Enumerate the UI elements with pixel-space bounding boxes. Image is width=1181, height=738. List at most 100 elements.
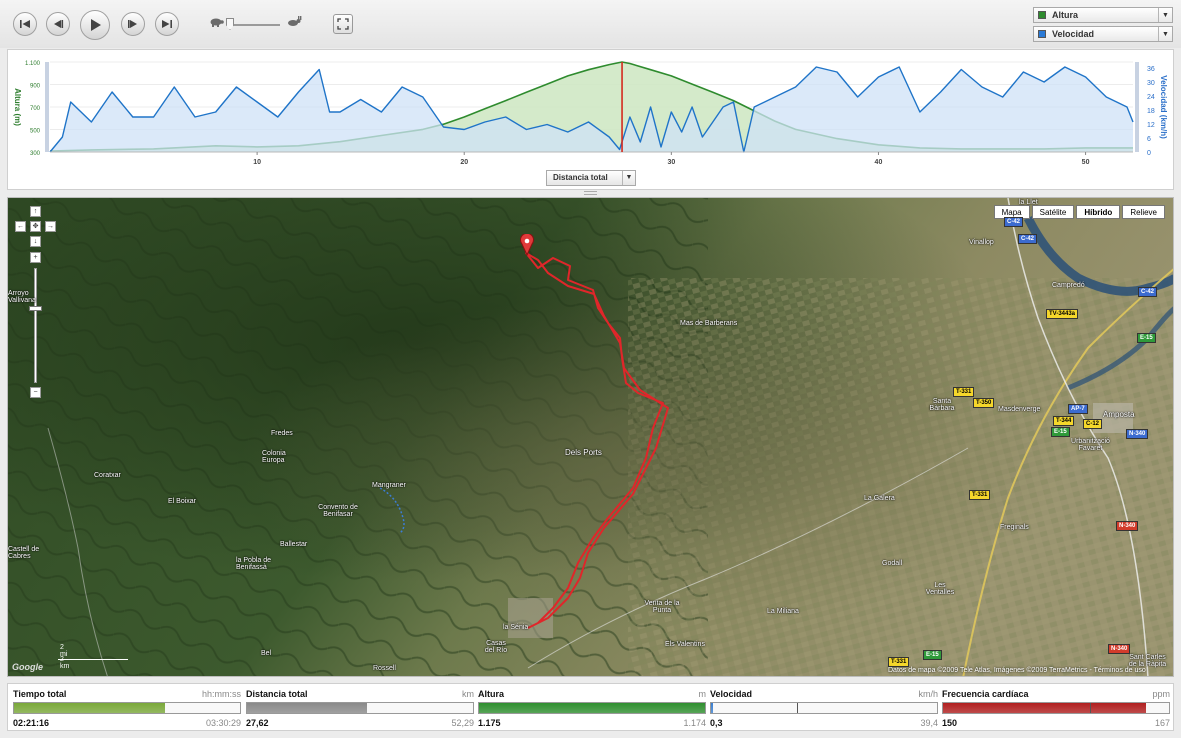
- place-label: El Boixar: [168, 498, 197, 505]
- place-label: Urbanització Favaret: [1071, 438, 1110, 452]
- map-copyright[interactable]: Datos de mapa ©2009 Tele Atlas, Imágenes…: [888, 667, 1146, 674]
- stat-label: Altura: [478, 689, 505, 699]
- road-sign: C-42: [1018, 234, 1038, 244]
- zoom-slider-track[interactable]: [34, 268, 37, 383]
- skip-start-icon: [20, 20, 30, 28]
- hare-icon: [288, 16, 302, 26]
- place-label: Coratxar: [94, 472, 121, 479]
- distance-axis-select[interactable]: Distancia total ▼: [546, 170, 636, 186]
- stats-panel: Tiempo total hh:mm:ss 02:21:16 03:30:29 …: [7, 683, 1174, 731]
- stat-label: Tiempo total: [13, 689, 67, 699]
- stat-progress-bar[interactable]: [13, 702, 241, 714]
- stat-unit: m: [698, 689, 707, 699]
- place-label: la Llet: [1019, 199, 1038, 206]
- place-label: Bel: [261, 650, 272, 657]
- x-tick-label: 50: [1082, 159, 1090, 166]
- player-toolbar: Altura ▼ Velocidad ▼: [0, 0, 1181, 48]
- fullscreen-button[interactable]: [333, 14, 353, 34]
- place-label: La Miliana: [767, 608, 799, 615]
- go-to-start-button[interactable]: [13, 12, 37, 36]
- chevron-down-icon: ▼: [622, 171, 635, 185]
- play-button[interactable]: [80, 10, 110, 40]
- left-axis-bar: [45, 62, 49, 152]
- place-label: Rossell: [373, 665, 396, 672]
- profile-chart[interactable]: 1.100 900 700 500 300 36 30 24 18 12 6 0 Altura (m) V…: [8, 50, 1173, 189]
- place-label: Fredes: [271, 430, 293, 437]
- map-view[interactable]: Mapa Satélite Híbrido Relieve ↑ ← ✥ → ↓ …: [7, 197, 1174, 677]
- stat-fill: [14, 703, 166, 713]
- series-select-altura[interactable]: Altura ▼: [1033, 7, 1173, 23]
- resize-grip[interactable]: [584, 191, 597, 195]
- road-sign: AP-7: [1068, 404, 1088, 414]
- zoom-in-icon[interactable]: +: [30, 252, 41, 263]
- stat-progress-bar[interactable]: [710, 702, 938, 714]
- road-sign: T-331: [969, 490, 991, 500]
- place-label: Arroyo Vallivana: [8, 290, 36, 304]
- pan-up-icon[interactable]: ↑: [30, 206, 41, 217]
- stat-current-value: 0,3: [710, 718, 723, 728]
- stat-fill: [247, 703, 367, 713]
- distance-select-label: Distancia total: [553, 173, 608, 182]
- center-map-icon[interactable]: ✥: [30, 221, 41, 232]
- place-label: la Pobla de Benifassà: [236, 557, 272, 571]
- place-label: Venta de la Punta: [644, 600, 680, 614]
- left-tick-label: 700: [30, 106, 41, 112]
- stat-current-value: 150: [942, 718, 958, 728]
- map-type-hibrido[interactable]: Híbrido: [1076, 205, 1121, 219]
- place-label: Godall: [882, 560, 903, 567]
- stat-unit: hh:mm:ss: [201, 689, 241, 699]
- left-axis-title: Altura (m): [13, 88, 22, 126]
- right-axis-bar: [1135, 62, 1139, 152]
- step-forward-button[interactable]: [121, 12, 145, 36]
- stat-altura: Altura m 1.175 1.174: [478, 687, 706, 729]
- stat-fill: [479, 703, 705, 713]
- road-sign: TV-3443a: [1046, 309, 1079, 319]
- step-back-icon: [54, 20, 64, 28]
- pan-left-icon[interactable]: ←: [15, 221, 26, 232]
- series-select-velocidad[interactable]: Velocidad ▼: [1033, 26, 1173, 42]
- right-tick-label: 12: [1147, 122, 1155, 129]
- scale-km: 2 km: [60, 656, 70, 670]
- route-marker-icon[interactable]: [519, 234, 535, 256]
- place-label: La Galera: [864, 495, 895, 502]
- zoom-slider-thumb[interactable]: [29, 306, 42, 311]
- stat-current-value: 27,62: [246, 718, 269, 728]
- zoom-out-icon[interactable]: −: [30, 387, 41, 398]
- stat-max-value: 39,4: [920, 718, 938, 728]
- stat-label: Velocidad: [710, 689, 753, 699]
- altura-swatch: [1038, 11, 1046, 19]
- series-select-label: Velocidad: [1052, 29, 1095, 39]
- stat-frecuencia-cardiaca: Frecuencia cardíaca ppm 150 167: [942, 687, 1170, 729]
- right-tick-label: 0: [1147, 150, 1151, 157]
- stat-progress-bar[interactable]: [478, 702, 706, 714]
- go-to-end-button[interactable]: [155, 12, 179, 36]
- speed-slider-thumb[interactable]: [226, 18, 234, 30]
- stat-unit: km: [462, 689, 474, 699]
- place-label: la Sénia: [503, 624, 529, 631]
- stat-progress-bar[interactable]: [246, 702, 474, 714]
- place-label: Dels Ports: [565, 448, 602, 457]
- velocidad-swatch: [1038, 30, 1046, 38]
- x-tick-label: 20: [460, 159, 468, 166]
- map-type-relieve[interactable]: Relieve: [1122, 205, 1165, 219]
- stat-fill: [943, 703, 1147, 713]
- road-sign: N-340: [1108, 644, 1131, 654]
- place-label: Colonia Europa: [262, 450, 286, 464]
- map-type-satelite[interactable]: Satélite: [1031, 205, 1075, 219]
- road-sign: E-15: [923, 650, 942, 660]
- pan-right-icon[interactable]: →: [45, 221, 56, 232]
- stat-velocidad: Velocidad km/h 0,3 39,4: [710, 687, 938, 729]
- step-back-button[interactable]: [46, 12, 70, 36]
- stat-progress-bar[interactable]: [942, 702, 1170, 714]
- place-label: Campredó: [1052, 282, 1085, 289]
- stat-max-value: 03:30:29: [205, 718, 241, 728]
- step-forward-icon: [128, 20, 137, 28]
- pan-down-icon[interactable]: ↓: [30, 236, 41, 247]
- x-tick-label: 40: [875, 159, 883, 166]
- series-select-label: Altura: [1052, 10, 1079, 20]
- satellite-imagery: [8, 198, 1173, 676]
- speed-slider-track[interactable]: [228, 24, 280, 26]
- road-sign: C-12: [1083, 419, 1103, 429]
- place-label: Freginals: [1000, 524, 1029, 531]
- place-label: Vinallop: [969, 239, 994, 246]
